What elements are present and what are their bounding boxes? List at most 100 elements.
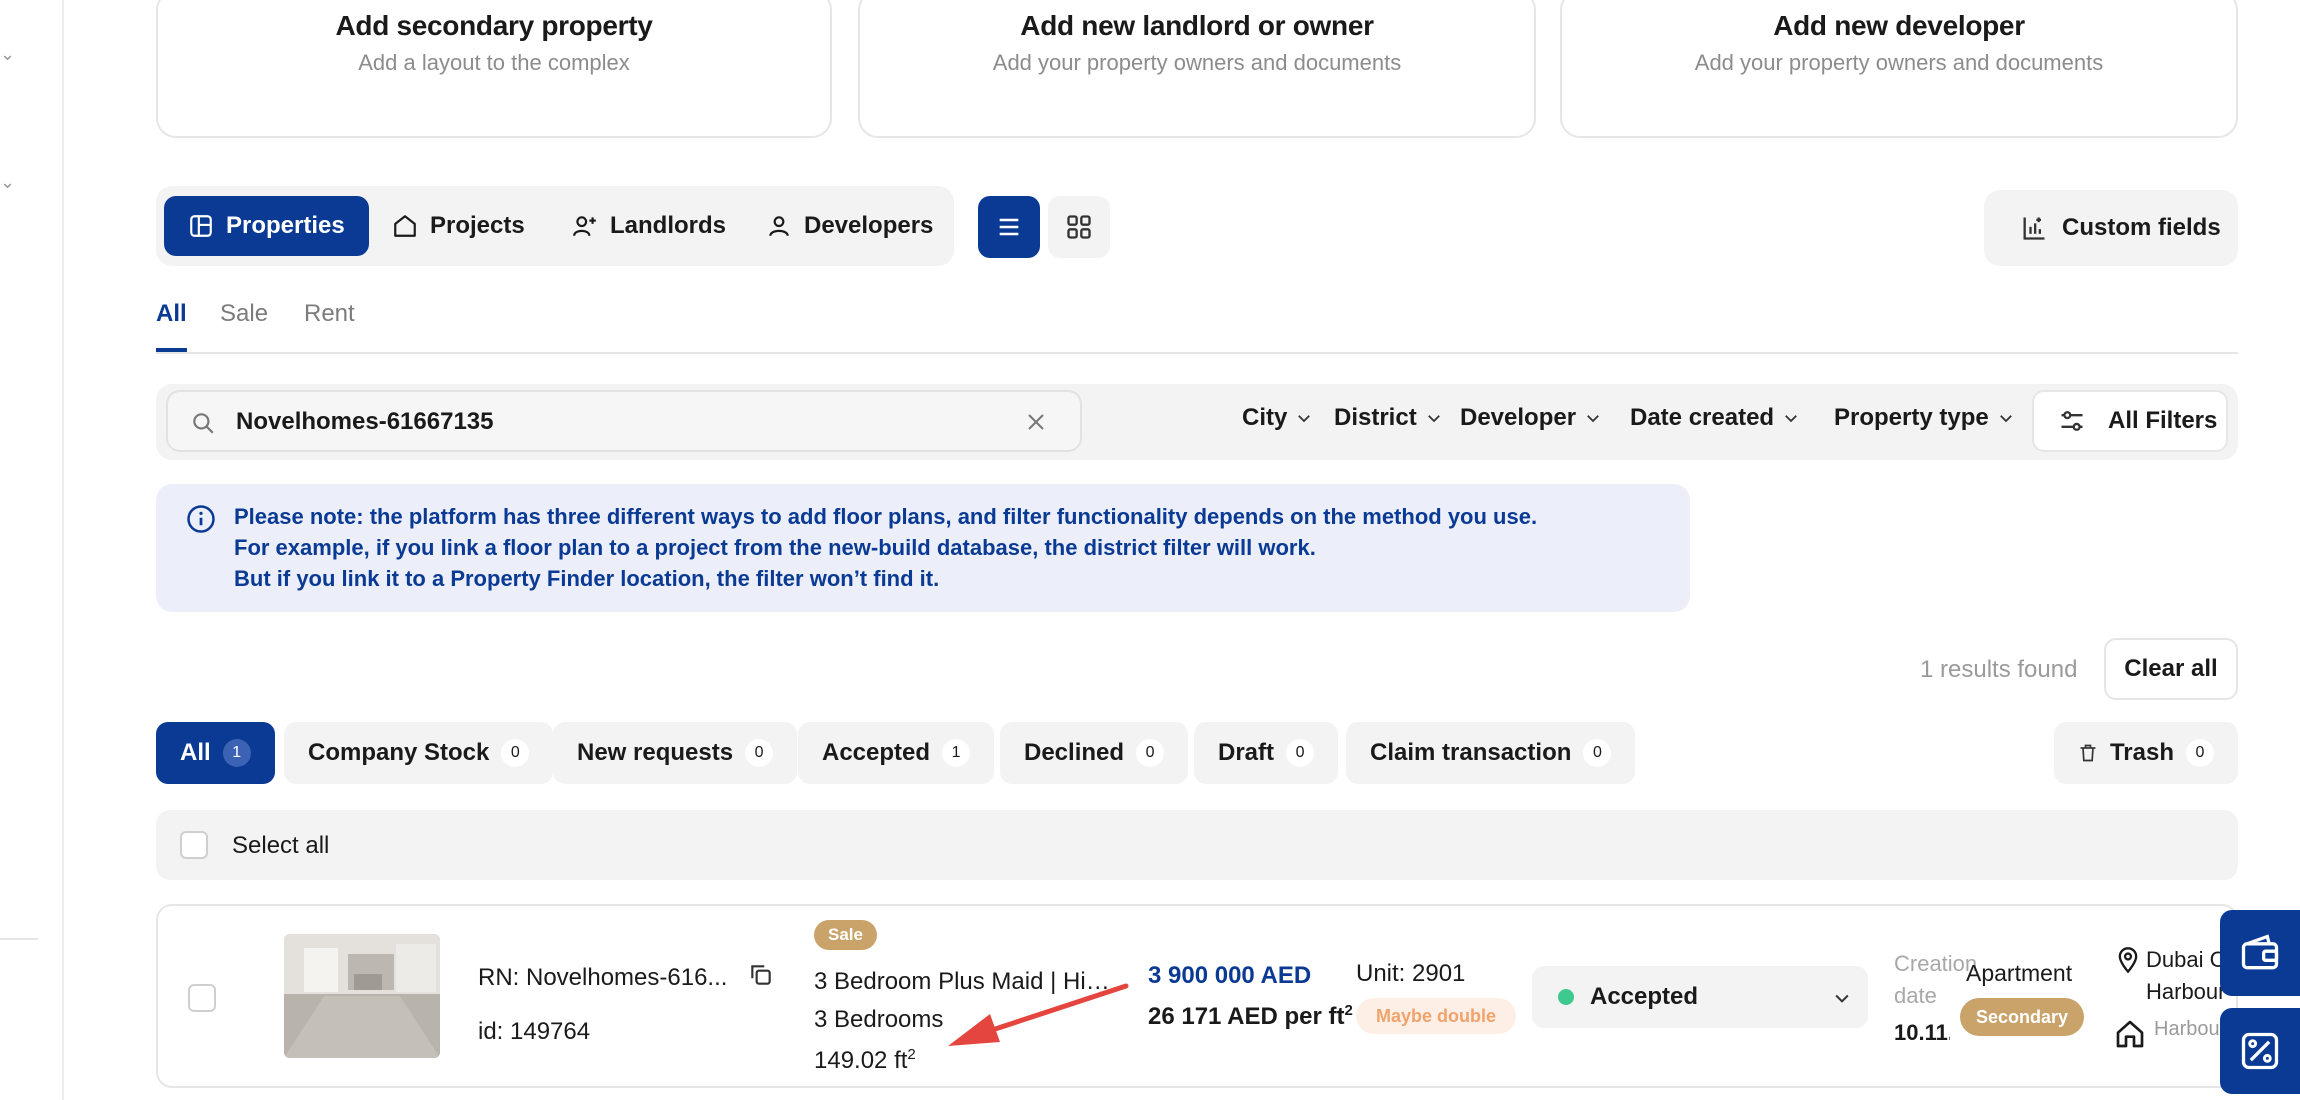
chip-label: Declined [1024,739,1125,766]
status-chip-new-requests[interactable]: New requests 0 [553,722,798,784]
home-icon [394,215,416,237]
market-badge: Secondary [1960,998,2085,1036]
custom-fields-button[interactable]: Custom fields [1984,190,2238,266]
status-chip-declined[interactable]: Declined 0 [1000,722,1189,784]
chevron-down-icon[interactable]: ⌄ [0,45,16,63]
chip-count: 0 [745,739,774,767]
status-chip-all[interactable]: All 1 [156,722,275,784]
filter-label: Date created [1630,404,1775,431]
tab-all[interactable]: All [156,300,187,352]
chip-count: 0 [501,739,530,767]
sliders-icon [2061,411,2083,431]
tab-developers[interactable]: Developers [742,196,957,256]
filter-label: Developer [1460,404,1577,431]
card-subtitle: Add a layout to the complex [358,50,630,75]
tab-rent[interactable]: Rent [304,300,355,352]
chart-icon [2023,217,2045,240]
add-secondary-property-card[interactable]: Add secondary property Add a layout to t… [156,0,832,138]
property-thumbnail[interactable] [284,934,440,1058]
all-filters-button[interactable]: All Filters [2032,390,2228,452]
status-chip-company-stock[interactable]: Company Stock 0 [284,722,554,784]
status-dropdown[interactable]: Accepted [1532,966,1868,1028]
trash-count: 0 [2186,739,2214,767]
developer-filter[interactable]: Developer [1460,404,1602,432]
chevron-down-icon[interactable]: ⌄ [0,173,16,191]
wallet-button[interactable] [2220,910,2300,996]
location-pin-icon [2118,947,2138,974]
area-unit-superscript: 2 [907,1046,916,1063]
add-landlord-card[interactable]: Add new landlord or owner Add your prope… [858,0,1536,138]
info-note: Please note: the platform has three diff… [156,484,1690,612]
chip-count: 1 [942,739,971,767]
chip-count: 0 [1583,739,1612,767]
clear-all-button[interactable]: Clear all [2104,638,2238,700]
tab-sale[interactable]: Sale [220,300,268,352]
status-chip-draft[interactable]: Draft 0 [1194,722,1339,784]
close-icon[interactable] [1024,410,1048,434]
add-developer-card[interactable]: Add new developer Add your property owne… [1560,0,2238,138]
tab-projects[interactable]: Projects [368,196,549,256]
trash-button[interactable]: Trash 0 [2054,722,2238,784]
entity-tabs: Properties Projects Landlords Developers [156,186,954,266]
select-all-bar: Select all [156,810,2238,880]
city-filter[interactable]: City [1242,404,1313,432]
tab-landlords[interactable]: Landlords [548,196,750,256]
filter-label: City [1242,404,1288,431]
tab-label: Projects [430,212,525,239]
building-icon [2116,1020,2144,1048]
card-subtitle: Add your property owners and documents [1694,50,2104,75]
property-type-filter[interactable]: Property type [1834,404,2015,432]
property-row[interactable]: RN: Novelhomes-616... id: 149764 Sale 3 … [156,904,2238,1088]
status-label: Accepted [1590,983,1699,1010]
property-reference-number: RN: Novelhomes-616... [478,964,728,991]
price-per-ft-value: 26 171 AED per ft [1148,1003,1345,1030]
chevron-down-icon [1587,415,1599,423]
note-line: Please note: the platform has three diff… [234,504,1538,529]
duplicate-badge: Maybe double [1356,998,1517,1034]
status-chip-claim-transaction[interactable]: Claim transaction 0 [1346,722,1636,784]
chevron-down-icon [1835,994,1849,1003]
row-checkbox[interactable] [188,984,216,1012]
creation-date-value: 10.11.2 [1894,1020,1950,1045]
select-all-checkbox[interactable] [180,831,208,859]
chip-label: Claim transaction [1370,739,1572,766]
status-dot [1558,989,1574,1005]
chip-label: All [180,739,211,766]
search-icon [193,413,214,434]
copy-icon[interactable] [748,962,774,988]
chip-count: 1 [222,739,251,767]
property-area: 149.02 ft2 [814,1046,916,1075]
property-photo [284,934,440,1058]
note-line: But if you link it to a Property Finder … [234,566,940,591]
property-title[interactable]: 3 Bedroom Plus Maid | Hig... [814,968,1114,996]
filter-label: Property type [1834,404,1989,431]
card-title: Add new landlord or owner [1020,10,1374,41]
grid-view-button[interactable] [1048,196,1110,258]
chip-label: Company Stock [308,739,490,766]
chip-label: Accepted [822,739,931,766]
select-all-label: Select all [232,832,330,859]
trash-icon [2080,744,2096,762]
list-view-button[interactable] [978,196,1040,258]
chip-label: Draft [1218,739,1275,766]
note-line: For example, if you link a floor plan to… [234,535,1316,560]
date-created-filter[interactable]: Date created [1630,404,1800,432]
grid-icon [1067,215,1091,239]
tab-properties[interactable]: Properties [164,196,369,256]
property-unit: Unit: 2901 [1356,960,1466,987]
info-icon [187,505,215,533]
district-filter[interactable]: District [1334,404,1443,432]
chip-count: 0 [1286,739,1315,767]
search-input[interactable]: Novelhomes-61667135 [166,390,1082,452]
property-bedrooms: 3 Bedrooms [814,1006,944,1033]
discount-button[interactable] [2220,1008,2300,1094]
user-plus-icon [573,216,596,237]
sidebar: ⌄ ⌄ [0,0,64,1100]
deal-type-badge: Sale [814,920,877,950]
price-per-ft-superscript: 2 [1344,1002,1353,1019]
status-chip-accepted[interactable]: Accepted 1 [798,722,995,784]
trash-label: Trash [2109,739,2174,766]
search-value: Novelhomes-61667135 [236,408,494,435]
sidebar-divider [0,938,38,940]
results-count: 1 results found [1920,656,2078,683]
